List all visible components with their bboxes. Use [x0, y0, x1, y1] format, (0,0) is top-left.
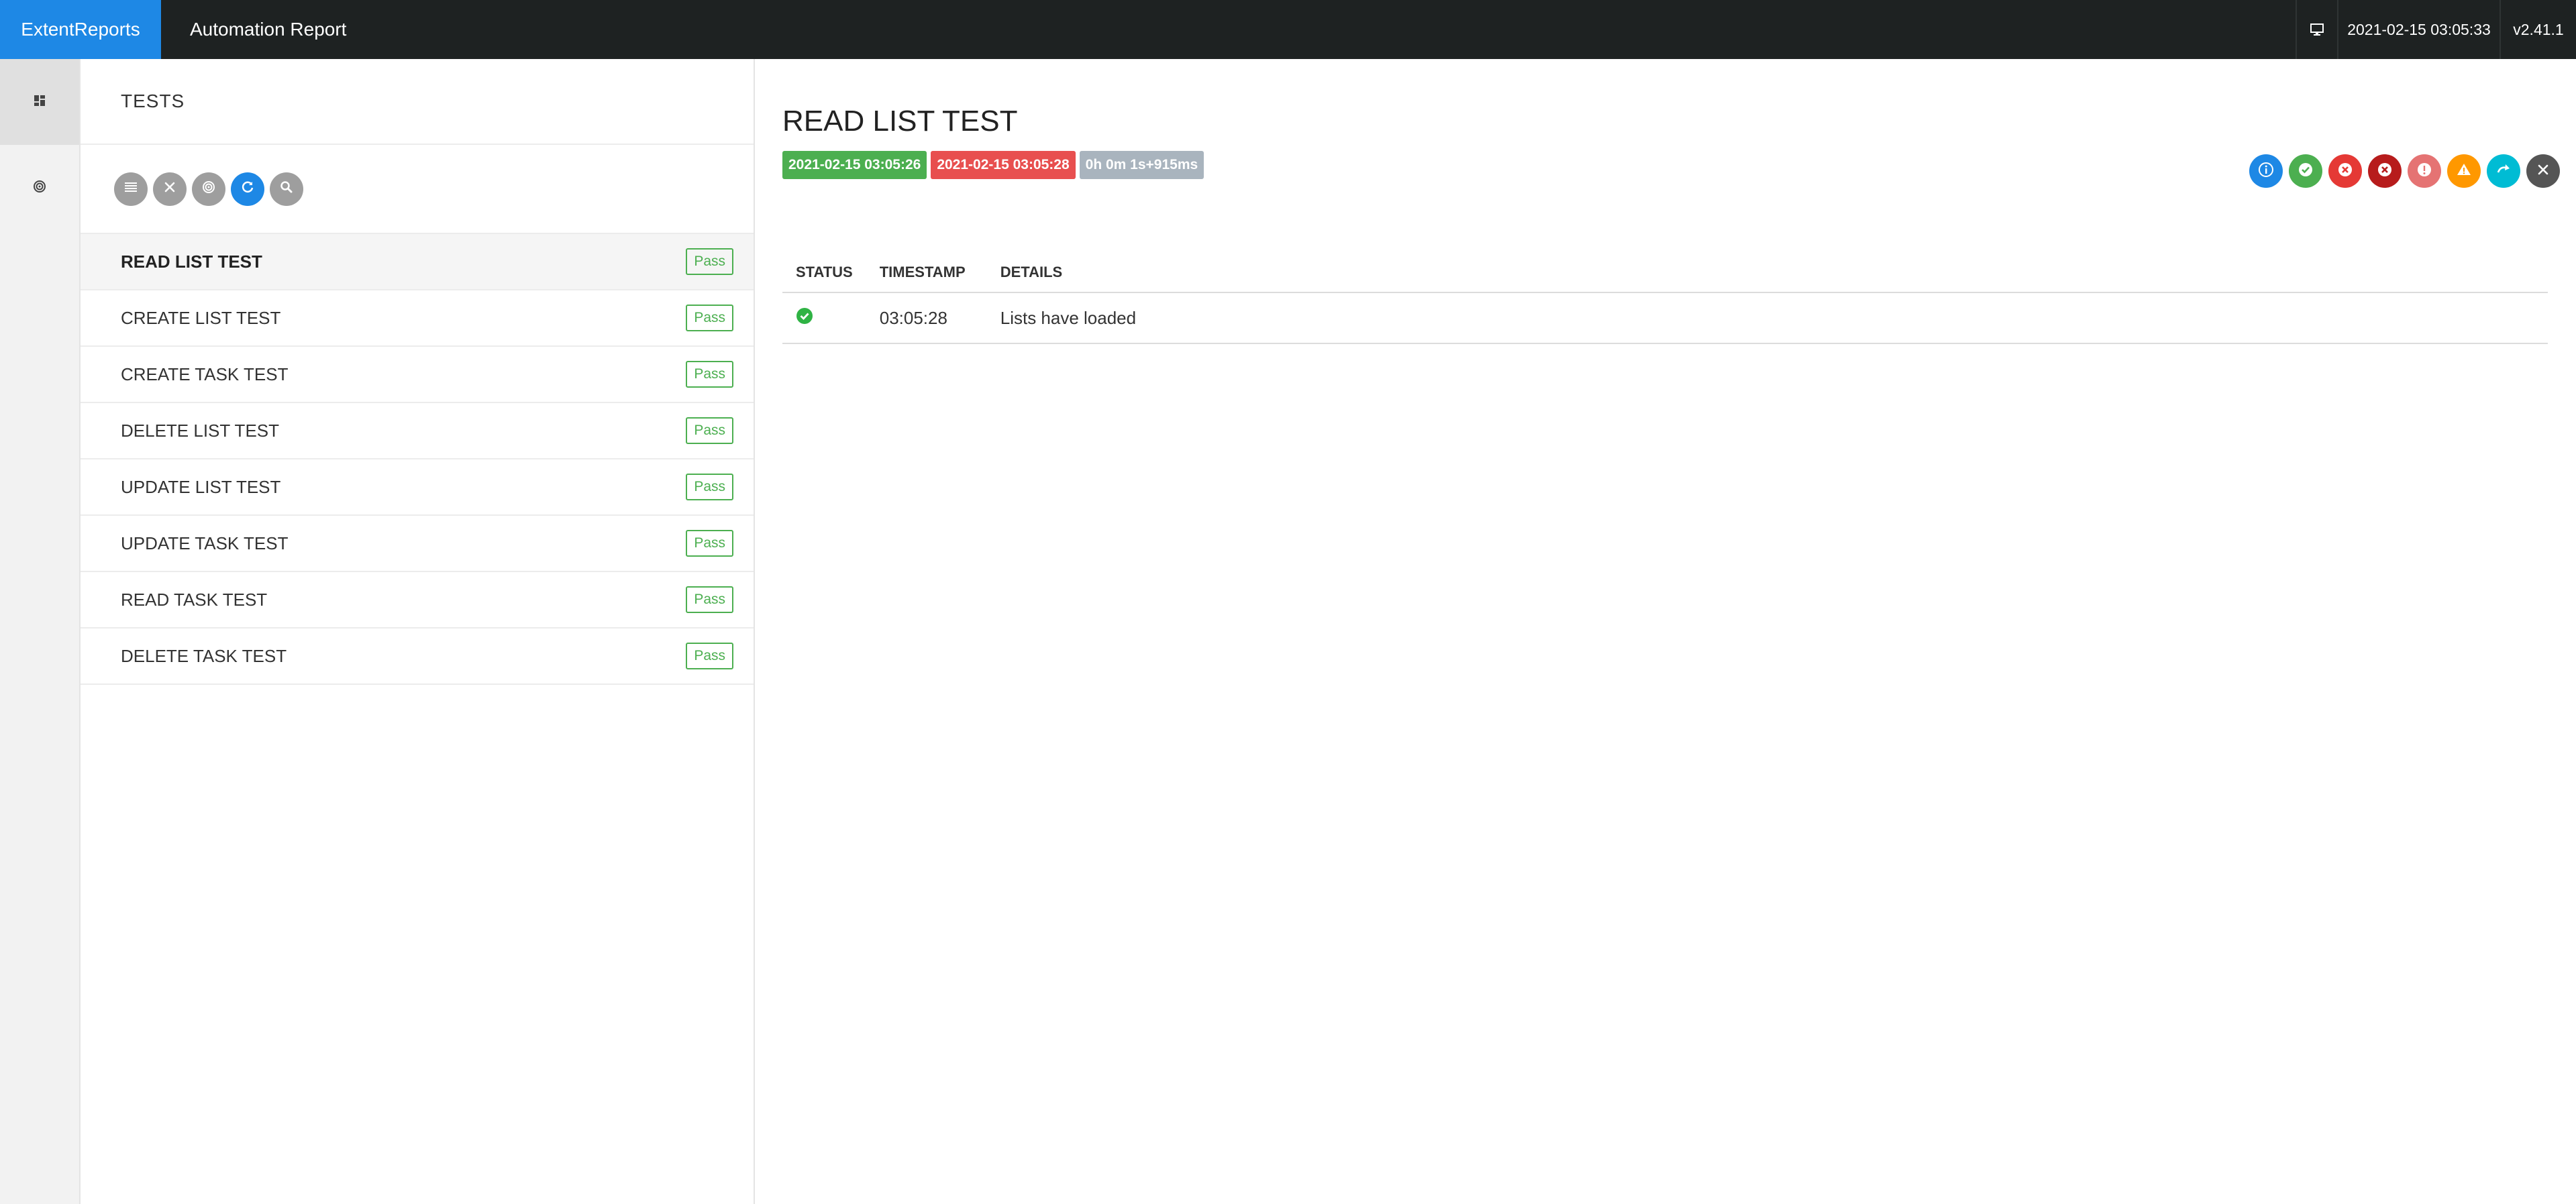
status-badge: Pass	[686, 361, 733, 388]
rail-item-categories[interactable]	[0, 145, 79, 231]
test-name: READ TASK TEST	[121, 589, 268, 610]
status-badge: Pass	[686, 474, 733, 500]
filter-fatal-button[interactable]	[2368, 154, 2402, 188]
column-header-status: STATUS	[782, 252, 866, 293]
navbar-right: 2021-02-15 03:05:33 v2.41.1	[2296, 0, 2576, 59]
refresh-icon	[240, 180, 255, 198]
clear-filter-button[interactable]	[153, 172, 187, 206]
dashboard-icon	[33, 94, 46, 111]
test-item-read-list[interactable]: READ LIST TEST Pass	[81, 234, 754, 290]
test-item-read-task[interactable]: READ TASK TEST Pass	[81, 572, 754, 628]
status-badge: Pass	[686, 530, 733, 557]
tests-toolbar	[81, 145, 754, 233]
filter-warning-button[interactable]	[2447, 154, 2481, 188]
test-name: DELETE TASK TEST	[121, 645, 287, 666]
skip-icon	[2495, 161, 2512, 182]
error-icon	[2416, 161, 2433, 182]
test-time-badges: 2021-02-15 03:05:26 2021-02-15 03:05:28 …	[782, 151, 1204, 179]
filter-pass-button[interactable]	[2289, 154, 2322, 188]
log-status-cell	[782, 292, 866, 344]
search-icon	[280, 180, 293, 197]
test-name: CREATE LIST TEST	[121, 307, 281, 328]
test-item-update-list[interactable]: UPDATE LIST TEST Pass	[81, 459, 754, 516]
log-details: Lists have loaded	[986, 292, 2548, 344]
test-name: UPDATE TASK TEST	[121, 533, 289, 553]
clear-icon	[2535, 162, 2551, 181]
info-icon	[2257, 161, 2275, 182]
filter-info-button[interactable]	[2249, 154, 2283, 188]
start-time-badge: 2021-02-15 03:05:26	[782, 151, 927, 179]
log-row: 03:05:28 Lists have loaded	[782, 292, 2548, 344]
version-label: v2.41.1	[2500, 0, 2576, 59]
test-item-delete-list[interactable]: DELETE LIST TEST Pass	[81, 403, 754, 459]
filter-fail-button[interactable]	[2328, 154, 2362, 188]
log-header-row: STATUS TIMESTAMP DETAILS	[782, 252, 2548, 293]
test-list: READ LIST TEST Pass CREATE LIST TEST Pas…	[81, 233, 754, 685]
pass-icon	[796, 307, 813, 329]
close-icon	[163, 180, 176, 197]
side-rail	[0, 59, 81, 1204]
fail-icon	[2336, 161, 2354, 182]
fatal-icon	[2376, 161, 2393, 182]
column-header-timestamp: TIMESTAMP	[866, 252, 987, 293]
column-header-details: DETAILS	[986, 252, 2548, 293]
log-timestamp: 03:05:28	[866, 292, 987, 344]
test-name: UPDATE LIST TEST	[121, 476, 281, 497]
log-status-filters	[2249, 154, 2560, 188]
list-icon	[123, 181, 138, 197]
report-datetime: 2021-02-15 03:05:33	[2337, 0, 2500, 59]
pass-icon	[2297, 161, 2314, 182]
search-button[interactable]	[270, 172, 303, 206]
duration-badge: 0h 0m 1s+915ms	[1079, 151, 1204, 179]
monitor-icon	[2296, 0, 2337, 59]
status-badge: Pass	[686, 586, 733, 613]
test-item-delete-task[interactable]: DELETE TASK TEST Pass	[81, 628, 754, 685]
test-item-update-task[interactable]: UPDATE TASK TEST Pass	[81, 516, 754, 572]
test-name: DELETE LIST TEST	[121, 420, 280, 441]
test-detail-panel: READ LIST TEST 2021-02-15 03:05:26 2021-…	[755, 59, 2576, 1204]
test-name: READ LIST TEST	[121, 251, 262, 272]
report-name: Automation Report	[190, 19, 347, 40]
rail-item-dashboard[interactable]	[0, 59, 79, 145]
status-badge: Pass	[686, 305, 733, 331]
target-icon	[201, 180, 216, 198]
status-badge: Pass	[686, 248, 733, 275]
end-time-badge: 2021-02-15 03:05:28	[931, 151, 1076, 179]
test-name: CREATE TASK TEST	[121, 364, 289, 384]
status-badge: Pass	[686, 417, 733, 444]
log-table: STATUS TIMESTAMP DETAILS 03:05:28 Lists …	[782, 252, 2548, 344]
test-item-create-list[interactable]: CREATE LIST TEST Pass	[81, 290, 754, 347]
refresh-button[interactable]	[231, 172, 264, 206]
filter-error-button[interactable]	[2408, 154, 2441, 188]
top-navbar: ExtentReports Automation Report 2021-02-…	[0, 0, 2576, 59]
tests-header: TESTS	[81, 59, 754, 145]
test-title: READ LIST TEST	[782, 105, 1018, 138]
tests-panel: TESTS READ LIST TEST Pass CREATE LIST TE…	[81, 59, 755, 1204]
brand-logo[interactable]: ExtentReports	[0, 0, 161, 59]
category-filter-button[interactable]	[192, 172, 225, 206]
warning-icon	[2455, 161, 2473, 182]
filter-skip-button[interactable]	[2487, 154, 2520, 188]
status-badge: Pass	[686, 643, 733, 669]
test-item-create-task[interactable]: CREATE TASK TEST Pass	[81, 347, 754, 403]
status-filter-button[interactable]	[114, 172, 148, 206]
clear-log-filter-button[interactable]	[2526, 154, 2560, 188]
target-icon	[32, 179, 47, 197]
